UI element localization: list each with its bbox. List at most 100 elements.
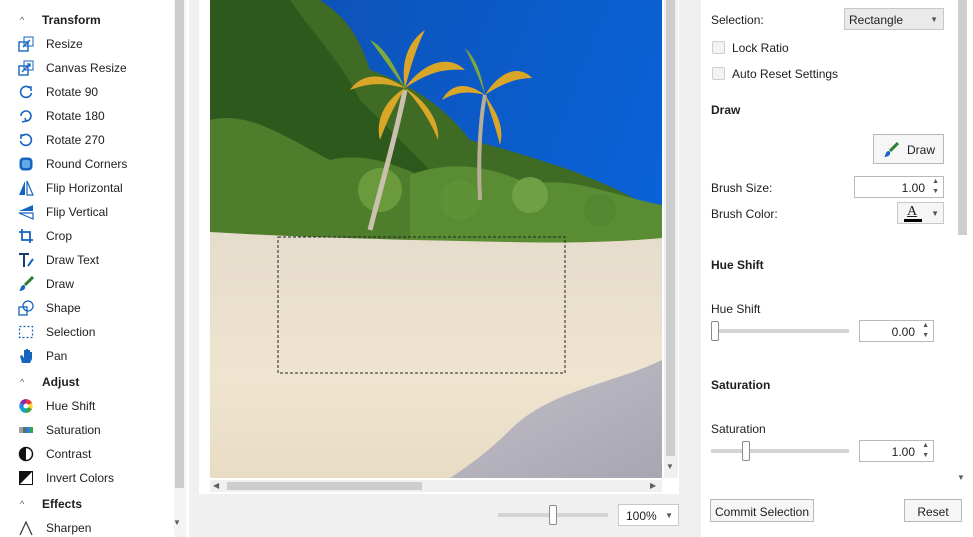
spin-down-icon[interactable]: ▼ — [922, 332, 929, 339]
spin-up-icon[interactable]: ▲ — [922, 322, 929, 329]
canvas-horizontal-scrollbar-thumb[interactable] — [227, 482, 422, 490]
auto-reset-label: Auto Reset Settings — [732, 67, 839, 81]
tool-label: Flip Vertical — [46, 205, 109, 219]
draw-button-label: Draw — [907, 143, 936, 157]
hue-shift-slider-thumb[interactable] — [711, 321, 719, 341]
scroll-left-arrow-icon[interactable]: ◀ — [213, 481, 219, 490]
tool-flip-horizontal[interactable]: Flip Horizontal — [0, 176, 170, 200]
lock-ratio-label: Lock Ratio — [732, 41, 789, 55]
tool-label: Pan — [46, 349, 68, 363]
group-label: Transform — [42, 13, 101, 27]
auto-reset-checkbox[interactable] — [712, 67, 725, 80]
group-effects-header[interactable]: ^ Effects — [0, 493, 170, 515]
scroll-down-arrow-icon[interactable]: ▼ — [957, 473, 965, 482]
canvas-vertical-scrollbar-thumb[interactable] — [666, 0, 675, 456]
chevron-up-icon: ^ — [20, 15, 25, 25]
tool-contrast[interactable]: Contrast — [0, 442, 170, 466]
tool-sharpen[interactable]: Sharpen — [0, 516, 170, 537]
commit-selection-button[interactable]: Commit Selection — [710, 499, 814, 522]
settings-scrollbar-thumb[interactable] — [958, 0, 967, 235]
tool-label: Round Corners — [46, 157, 128, 171]
chevron-down-icon: ▼ — [665, 511, 673, 520]
spin-up-icon[interactable]: ▲ — [932, 178, 939, 185]
tool-invert-colors[interactable]: Invert Colors — [0, 466, 170, 490]
selection-type-dropdown[interactable]: Rectangle ▼ — [844, 8, 944, 30]
zoom-slider-thumb[interactable] — [549, 505, 557, 525]
hand-icon — [20, 349, 32, 363]
saturation-slider-thumb[interactable] — [742, 441, 750, 461]
tool-label: Draw — [46, 277, 75, 291]
group-transform-header[interactable]: ^ Transform — [0, 9, 170, 31]
saturation-icon — [19, 427, 33, 433]
saturation-slider-track[interactable] — [711, 449, 849, 453]
tool-crop[interactable]: Crop — [0, 224, 170, 248]
tool-pan[interactable]: Pan — [0, 344, 170, 368]
tool-sidebar: ^ Transform Resize Canvas Resize Rotate … — [0, 0, 189, 537]
brush-size-label: Brush Size: — [711, 181, 773, 195]
group-label: Adjust — [42, 375, 80, 389]
tool-shape[interactable]: Shape — [0, 296, 170, 320]
flip-horizontal-icon — [19, 180, 34, 196]
tool-draw[interactable]: Draw — [0, 272, 170, 296]
brush-size-spinner[interactable]: 1.00 ▲ ▼ — [854, 176, 944, 198]
chevron-up-icon: ^ — [20, 377, 25, 387]
spin-up-icon[interactable]: ▲ — [922, 442, 929, 449]
brush-color-label: Brush Color: — [711, 207, 778, 221]
scroll-right-arrow-icon[interactable]: ▶ — [650, 481, 656, 490]
round-corners-icon — [19, 157, 33, 171]
beach-photo — [210, 0, 662, 478]
color-swatch — [904, 219, 922, 222]
spin-down-icon[interactable]: ▼ — [922, 452, 929, 459]
selection-label: Selection: — [711, 13, 764, 27]
image-canvas[interactable] — [210, 0, 662, 478]
saturation-spinner[interactable]: 1.00 ▲ ▼ — [859, 440, 934, 462]
tool-canvas-resize[interactable]: Canvas Resize — [0, 56, 170, 80]
tool-label: Hue Shift — [46, 399, 96, 413]
brush-icon — [884, 142, 899, 157]
sharpen-icon — [19, 520, 33, 536]
tool-saturation[interactable]: Saturation — [0, 418, 170, 442]
rotate-180-icon — [20, 110, 32, 123]
lock-ratio-checkbox[interactable] — [712, 41, 725, 54]
shape-icon — [18, 300, 34, 316]
saturation-label: Saturation — [711, 422, 766, 436]
saturation-value: 1.00 — [891, 445, 915, 459]
tool-label: Contrast — [46, 447, 92, 461]
sidebar-scrollbar-thumb[interactable] — [175, 0, 184, 488]
tool-selection[interactable]: Selection — [0, 320, 170, 344]
draw-button[interactable]: Draw — [873, 134, 944, 164]
draw-section-header: Draw — [711, 103, 741, 117]
scroll-down-arrow-icon[interactable]: ▼ — [173, 518, 181, 527]
tool-rotate-180[interactable]: Rotate 180 — [0, 104, 170, 128]
hue-shift-value: 0.00 — [891, 325, 915, 339]
scroll-down-arrow-icon[interactable]: ▼ — [666, 462, 674, 471]
contrast-icon — [18, 446, 34, 462]
color-wheel-icon — [19, 399, 33, 413]
draw-text-icon — [19, 253, 34, 267]
tool-resize[interactable]: Resize — [0, 32, 170, 56]
color-letter-icon: A — [907, 204, 918, 219]
rotate-270-icon — [19, 133, 33, 147]
hue-shift-spinner[interactable]: 0.00 ▲ ▼ — [859, 320, 934, 342]
tool-draw-text[interactable]: Draw Text — [0, 248, 170, 272]
hue-shift-slider-track[interactable] — [711, 329, 849, 333]
tool-rotate-270[interactable]: Rotate 270 — [0, 128, 170, 152]
tool-hue-shift[interactable]: Hue Shift — [0, 394, 170, 418]
hue-shift-label: Hue Shift — [711, 302, 761, 316]
brush-size-value: 1.00 — [901, 181, 925, 195]
tool-label: Rotate 90 — [46, 85, 99, 99]
chevron-down-icon: ▼ — [930, 15, 938, 24]
group-adjust-header[interactable]: ^ Adjust — [0, 371, 170, 393]
chevron-up-icon: ^ — [20, 499, 25, 509]
spin-down-icon[interactable]: ▼ — [932, 188, 939, 195]
tool-rotate-90[interactable]: Rotate 90 — [0, 80, 170, 104]
tool-label: Selection — [46, 325, 96, 339]
brush-color-picker[interactable]: A ▼ — [897, 202, 944, 224]
tool-flip-vertical[interactable]: Flip Vertical — [0, 200, 170, 224]
zoom-value: 100% — [626, 509, 657, 523]
tool-label: Rotate 270 — [46, 133, 105, 147]
saturation-section-header: Saturation — [711, 378, 771, 392]
reset-button[interactable]: Reset — [904, 499, 962, 522]
tool-round-corners[interactable]: Round Corners — [0, 152, 170, 176]
zoom-dropdown[interactable]: 100% ▼ — [618, 504, 679, 526]
